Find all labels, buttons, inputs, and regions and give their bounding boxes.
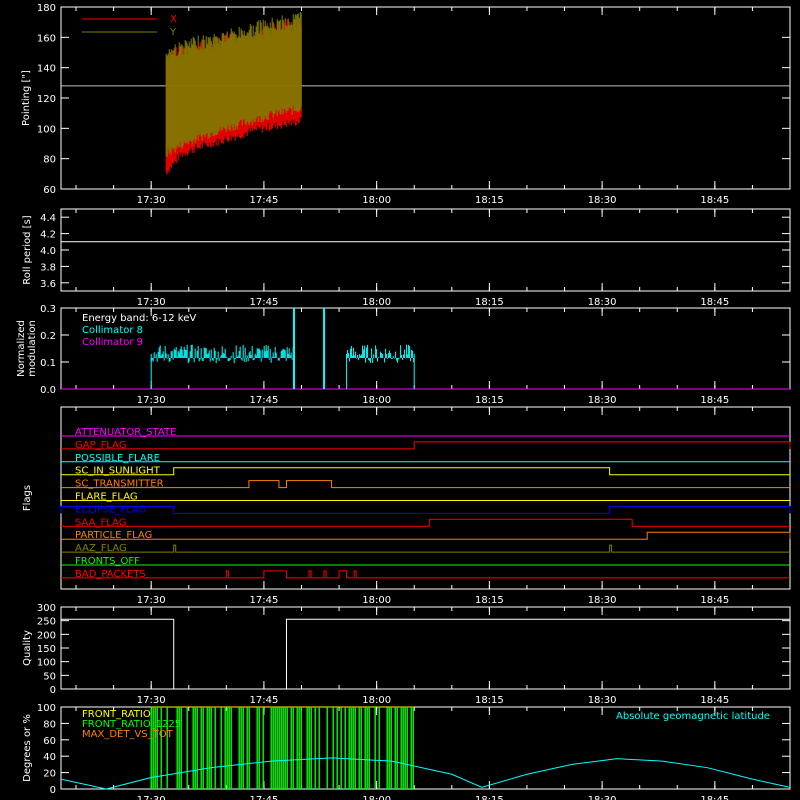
y-axis-label: Pointing ["]	[21, 70, 32, 126]
x-tick-label: 18:15	[475, 595, 504, 606]
y-tick-label: 150	[37, 644, 56, 655]
y-tick-label: 0.3	[40, 304, 56, 315]
y-tick-label: 3.6	[40, 279, 56, 290]
x-tick-label: 18:15	[475, 695, 504, 706]
x-tick-label: 18:45	[700, 195, 729, 206]
flag-trace-particle-flag	[61, 531, 791, 540]
flag-trace-bad-packets	[61, 570, 790, 579]
geomagnetic-latitude-label: Absolute geomagnetic latitude	[616, 711, 770, 722]
x-tick-label: 18:15	[475, 195, 504, 206]
x-tick-label: 18:45	[700, 795, 729, 800]
x-tick-label: 17:30	[137, 297, 166, 308]
flag-trace-gap-flag	[61, 441, 791, 450]
flag-trace-sc-in-sunlight	[61, 467, 790, 476]
x-tick-label: 17:30	[137, 395, 166, 406]
y-tick-label: 40	[43, 752, 56, 763]
y-tick-label: 4.0	[40, 246, 56, 257]
y-tick-label: 160	[37, 33, 56, 44]
x-tick-label: 18:15	[475, 395, 504, 406]
y-axis-label: Normalizedmodulation	[16, 320, 38, 377]
x-tick-label: 18:15	[475, 297, 504, 308]
x-tick-label: 18:30	[588, 595, 617, 606]
x-tick-label: 17:45	[250, 297, 279, 308]
x-tick-label: 17:30	[137, 795, 166, 800]
y-tick-label: 50	[43, 671, 56, 682]
y-tick-label: 20	[43, 769, 56, 780]
x-tick-label: 18:00	[362, 195, 391, 206]
x-tick-label: 17:45	[250, 595, 279, 606]
x-tick-label: 17:30	[137, 595, 166, 606]
y-tick-label: 0	[50, 785, 56, 796]
y-tick-label: 80	[43, 155, 56, 166]
legend-label: Y	[169, 27, 177, 38]
x-tick-label: 18:45	[700, 297, 729, 308]
y-axis-label-line: Normalized	[16, 320, 27, 377]
quality-trace	[61, 618, 790, 690]
y-tick-label: 0.1	[40, 358, 56, 369]
legend-label: X	[170, 14, 177, 25]
energy-band-label: Energy band: 6-12 keV	[82, 313, 196, 324]
y-axis-label: Flags	[22, 485, 33, 511]
y-axis-label: Degrees or %	[22, 714, 33, 782]
legend-collimator-9: Collimator 9	[82, 337, 143, 348]
y-tick-label: 3.8	[40, 262, 56, 273]
y-tick-label: 100	[37, 658, 56, 669]
rhessi-quicklook-chart: 17:30 17:45 18:00 18:15 18:30 18:45 60 80 100 120…	[16, 3, 791, 800]
x-tick-label: 18:00	[362, 395, 391, 406]
x-tick-label: 18:00	[362, 297, 391, 308]
y-tick-label: 0.0	[40, 385, 56, 396]
x-tick-label: 17:45	[250, 395, 279, 406]
y-tick-label: 300	[37, 603, 56, 614]
y-tick-label: 60	[43, 185, 56, 196]
y-tick-label: 200	[37, 630, 56, 641]
x-tick-label: 18:00	[362, 595, 391, 606]
y-axis-label: Quality	[22, 630, 33, 666]
y-axis-label: Roll period [s]	[22, 215, 33, 284]
y-tick-label: 120	[37, 94, 56, 105]
y-tick-label: 180	[37, 3, 56, 14]
x-tick-label: 18:45	[700, 395, 729, 406]
y-tick-label: 100	[37, 703, 56, 714]
x-tick-label: 17:30	[137, 695, 166, 706]
y-axis-label-line: modulation	[27, 320, 38, 377]
x-tick-label: 18:30	[588, 195, 617, 206]
flag-trace-saa-flag	[61, 518, 790, 527]
x-tick-label: 17:45	[250, 695, 279, 706]
y-tick-label: 4.2	[40, 230, 56, 241]
flag-trace-sc-transmitter	[61, 480, 790, 489]
panel-frame	[60, 208, 791, 292]
x-tick-label: 18:15	[475, 795, 504, 800]
x-tick-label: 18:45	[700, 595, 729, 606]
y-tick-label: 4.4	[40, 213, 56, 224]
x-tick-label: 18:00	[362, 795, 391, 800]
x-tick-label: 18:30	[588, 795, 617, 800]
x-tick-label: 17:45	[250, 195, 279, 206]
x-tick-label: 18:30	[588, 395, 617, 406]
y-tick-label: 250	[37, 617, 56, 628]
geomagnetic-latitude-curve	[60, 757, 791, 790]
y-tick-label: 0	[50, 685, 56, 696]
x-tick-label: 18:45	[700, 695, 729, 706]
x-tick-label: 17:30	[137, 195, 166, 206]
flag-trace-aaz-flag	[61, 544, 790, 553]
y-tick-label: 80	[43, 719, 56, 730]
y-tick-label: 140	[37, 64, 56, 75]
y-tick-label: 100	[37, 124, 56, 135]
y-tick-label: 60	[43, 736, 56, 747]
x-tick-label: 18:30	[588, 695, 617, 706]
y-tick-label: 0.2	[40, 331, 56, 342]
legend-collimator-8: Collimator 8	[82, 325, 143, 336]
x-tick-label: 18:00	[362, 695, 391, 706]
x-tick-label: 17:45	[250, 795, 279, 800]
flag-trace-eclipse-flag	[60, 505, 791, 514]
x-tick-label: 18:30	[588, 297, 617, 308]
legend-max-det-vs-tot: MAX_DET_VS_TOT	[82, 729, 174, 740]
